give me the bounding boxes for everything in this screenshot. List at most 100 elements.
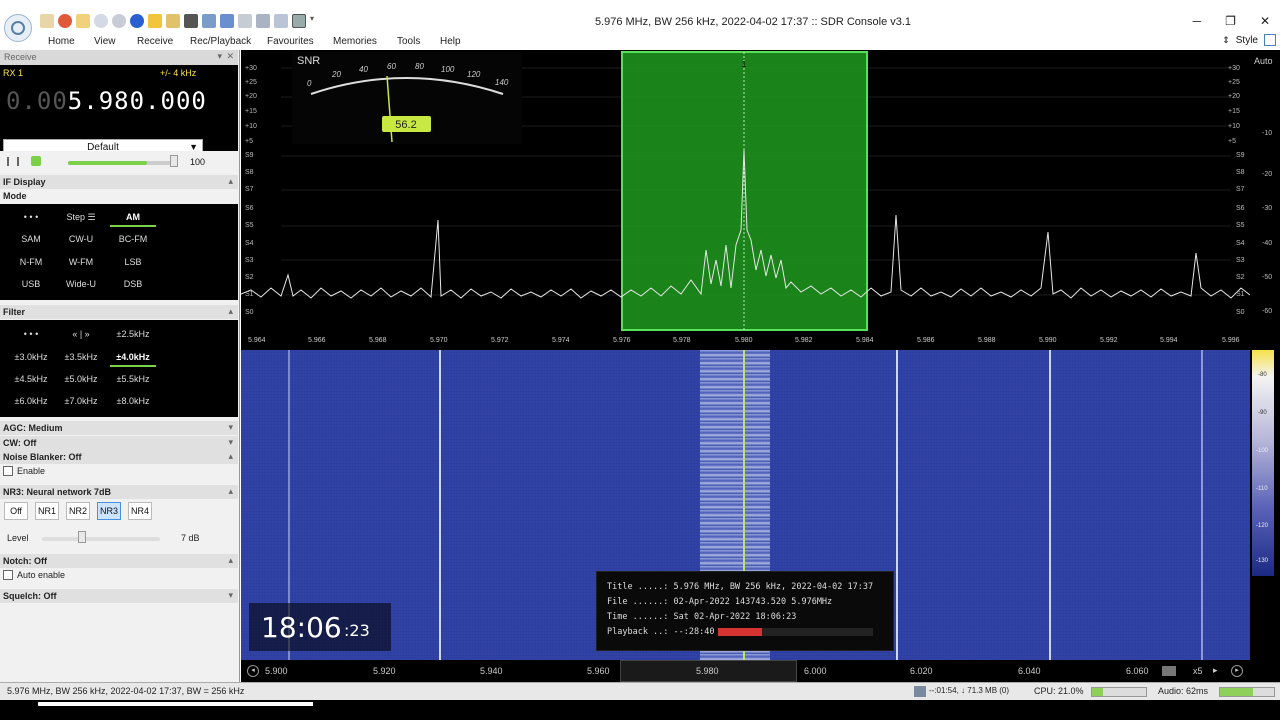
menu-receive[interactable]: Receive <box>137 36 173 47</box>
filter-7-0-button[interactable]: ±7.0kHz <box>58 393 104 411</box>
if-display-label: IF Display <box>3 177 46 187</box>
filter-more-button[interactable]: • • • <box>8 326 54 344</box>
speaker-icon[interactable] <box>31 156 41 166</box>
collapse-ribbon-icon[interactable]: ⇕ <box>1222 35 1230 46</box>
menu-home[interactable]: Home <box>48 36 75 47</box>
filter-3-5-button[interactable]: ±3.5kHz <box>58 349 104 367</box>
scroll-left-icon[interactable]: ◂ <box>247 665 259 677</box>
filter-6-0-button[interactable]: ±6.0kHz <box>8 393 54 411</box>
panel-close-icon[interactable]: ✕ <box>226 51 234 62</box>
nr-level-slider[interactable] <box>42 537 160 541</box>
filter-5-5-button[interactable]: ±5.5kHz <box>110 371 156 389</box>
filter-shift-button[interactable]: « | » <box>58 326 104 344</box>
filter-5-0-button[interactable]: ±5.0kHz <box>58 371 104 389</box>
wf-scale-100: -100 <box>1256 448 1269 454</box>
if-display-header[interactable]: IF Display ▴ <box>0 175 238 189</box>
rscale-s4: S4 <box>1236 240 1245 247</box>
db-minus60: -60 <box>1262 308 1273 315</box>
auto-enable-row[interactable]: Auto enable <box>3 570 65 580</box>
menu-rec-playback[interactable]: Rec/Playback <box>190 36 251 47</box>
style-settings-icon[interactable] <box>1264 34 1276 46</box>
menu-tools[interactable]: Tools <box>397 36 420 47</box>
notch-header[interactable]: Notch: Off ▴ <box>0 554 238 568</box>
db-minus40: -40 <box>1262 240 1273 247</box>
filter-3-0-button[interactable]: ±3.0kHz <box>8 349 54 367</box>
mode-wfm-button[interactable]: W-FM <box>58 254 104 272</box>
close-icon[interactable]: ✕ <box>1260 14 1270 28</box>
overview-label: 6.000 <box>804 666 827 676</box>
auto-enable-checkbox[interactable] <box>3 570 13 580</box>
filter-2-5-button[interactable]: ±2.5kHz <box>110 326 156 344</box>
overview-axis[interactable]: ◂ 5.900 5.920 5.940 5.960 5.980 6.000 6.… <box>241 660 1280 682</box>
overview-label: 6.040 <box>1018 666 1041 676</box>
mode-lsb-button[interactable]: LSB <box>110 254 156 272</box>
waterfall-colour-scale[interactable]: -80 -90 -100 -110 -120 -130 <box>1252 350 1274 576</box>
snr-tick-40: 40 <box>359 65 368 74</box>
zoom-arrow-icon[interactable]: ▸ <box>1213 665 1218 676</box>
agc-header[interactable]: AGC: Medium ▾ <box>0 421 238 435</box>
waterfall-mode-icon[interactable] <box>1162 666 1176 676</box>
nr-off-button[interactable]: Off <box>4 502 28 520</box>
mode-dsb-button[interactable]: DSB <box>110 276 156 294</box>
nr-level-thumb[interactable] <box>78 531 86 543</box>
panel-dropdown-icon[interactable]: ▾ <box>217 51 222 62</box>
mode-more-button[interactable]: • • • <box>8 209 54 227</box>
filter-4-0-button[interactable]: ±4.0kHz <box>110 349 156 367</box>
playback-progress[interactable] <box>718 627 874 636</box>
db-minus10: -10 <box>1262 130 1273 137</box>
filter-header[interactable]: Filter ▴ <box>0 305 238 319</box>
scroll-right-icon[interactable]: ▸ <box>1231 665 1243 677</box>
style-menu: ⇕ Style <box>1222 34 1276 46</box>
volume-slider[interactable] <box>68 161 178 165</box>
carrier-line <box>1201 350 1203 660</box>
zoom-level[interactable]: x5 <box>1193 666 1203 676</box>
nr4-button[interactable]: NR4 <box>128 502 152 520</box>
app-logo-icon[interactable] <box>4 14 32 42</box>
minimize-icon[interactable]: ─ <box>1193 14 1202 28</box>
menu-memories[interactable]: Memories <box>333 36 377 47</box>
noise-blanker-header[interactable]: Noise Blanker: Off ▴ <box>0 450 238 464</box>
mode-bcfm-button[interactable]: BC-FM <box>110 231 156 249</box>
nb-enable-label: Enable <box>17 466 46 476</box>
nb-enable-row[interactable]: Enable <box>3 466 45 476</box>
filter-8-0-button[interactable]: ±8.0kHz <box>110 393 156 411</box>
horizontal-scrollbar[interactable] <box>38 702 313 706</box>
menu-help[interactable]: Help <box>440 36 461 47</box>
mode-wideu-button[interactable]: Wide-U <box>58 276 104 294</box>
cw-header[interactable]: CW: Off ▾ <box>0 436 238 450</box>
cw-label: CW: Off <box>3 438 37 448</box>
scale-plus25: +25 <box>245 79 257 86</box>
volume-slider-thumb[interactable] <box>170 155 178 167</box>
auto-scale-button[interactable]: Auto <box>1254 56 1273 66</box>
nr3-button[interactable]: NR3 <box>97 502 121 520</box>
expand-icon: ▾ <box>228 590 233 600</box>
level-value: 7 dB <box>181 533 200 543</box>
info-playback: Playback ..: --:28:40 <box>607 627 883 642</box>
mode-sam-button[interactable]: SAM <box>8 231 54 249</box>
clock-hours-minutes: 18:06 <box>261 611 342 644</box>
frequency-display[interactable]: 0.005.980.000 <box>6 87 207 115</box>
mode-usb-button[interactable]: USB <box>8 276 54 294</box>
freq-label: 5.990 <box>1039 337 1057 344</box>
nr-header[interactable]: NR3: Neural network 7dB ▴ <box>0 485 238 499</box>
meter-bars-icon[interactable] <box>7 157 19 166</box>
mode-cwu-button[interactable]: CW-U <box>58 231 104 249</box>
status-cpu: CPU: 21.0% <box>1034 686 1084 696</box>
cpu-meter <box>1091 687 1147 697</box>
menu-view[interactable]: View <box>94 36 116 47</box>
style-label[interactable]: Style <box>1236 35 1258 46</box>
mode-am-button[interactable]: AM <box>110 209 156 227</box>
maximize-icon[interactable]: ❐ <box>1225 14 1236 28</box>
filter-4-5-button[interactable]: ±4.5kHz <box>8 371 54 389</box>
freq-label: 5.982 <box>795 337 813 344</box>
mode-step-button[interactable]: Step ☰ <box>58 209 104 227</box>
mode-nfm-button[interactable]: N-FM <box>8 254 54 272</box>
spectrum-display[interactable]: 1 SNR 0 20 40 60 80 100 120 140 56.2 <box>240 50 1251 334</box>
frequency-axis[interactable]: 5.964 5.966 5.968 5.970 5.972 5.974 5.97… <box>241 334 1250 350</box>
squelch-header[interactable]: Squelch: Off ▾ <box>0 589 238 603</box>
nr1-button[interactable]: NR1 <box>35 502 59 520</box>
menu-favourites[interactable]: Favourites <box>267 36 314 47</box>
nr2-button[interactable]: NR2 <box>66 502 90 520</box>
rscale-s1: S1 <box>1236 291 1245 298</box>
nb-enable-checkbox[interactable] <box>3 466 13 476</box>
